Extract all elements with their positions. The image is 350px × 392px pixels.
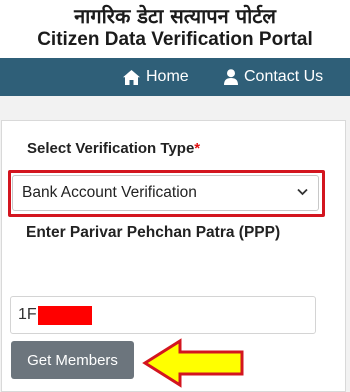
verification-type-selected-value: Bank Account Verification	[22, 184, 197, 201]
navbar: Home Contact Us	[0, 58, 350, 96]
portal-title-hindi: नागरिक डेटा सत्यापन पोर्टल	[74, 4, 276, 28]
verification-type-select[interactable]: Bank Account Verification	[12, 175, 319, 211]
ppp-input[interactable]: 1F	[10, 296, 316, 334]
site-header: नागरिक डेटा सत्यापन पोर्टल Citizen Data …	[0, 0, 350, 58]
ppp-label: Enter Parivar Pehchan Patra (PPP)	[26, 224, 281, 241]
ppp-input-value: 1F	[18, 306, 37, 323]
portal-title-english: Citizen Data Verification Portal	[37, 29, 313, 50]
get-members-button[interactable]: Get Members	[11, 341, 134, 379]
nav-contact-label: Contact Us	[244, 68, 324, 85]
verification-type-label-text: Select Verification Type	[27, 140, 195, 157]
nav-contact-link[interactable]: Contact Us	[224, 58, 323, 96]
user-icon	[224, 69, 238, 85]
nav-home-link[interactable]: Home	[123, 58, 189, 96]
verification-type-label: Select Verification Type*	[27, 140, 200, 157]
chevron-down-icon	[297, 188, 308, 196]
arrow-left-annotation-icon	[142, 338, 244, 388]
nav-home-label: Home	[146, 68, 189, 85]
redaction-block	[37, 305, 92, 325]
required-asterisk: *	[194, 140, 201, 157]
home-icon	[123, 69, 140, 85]
